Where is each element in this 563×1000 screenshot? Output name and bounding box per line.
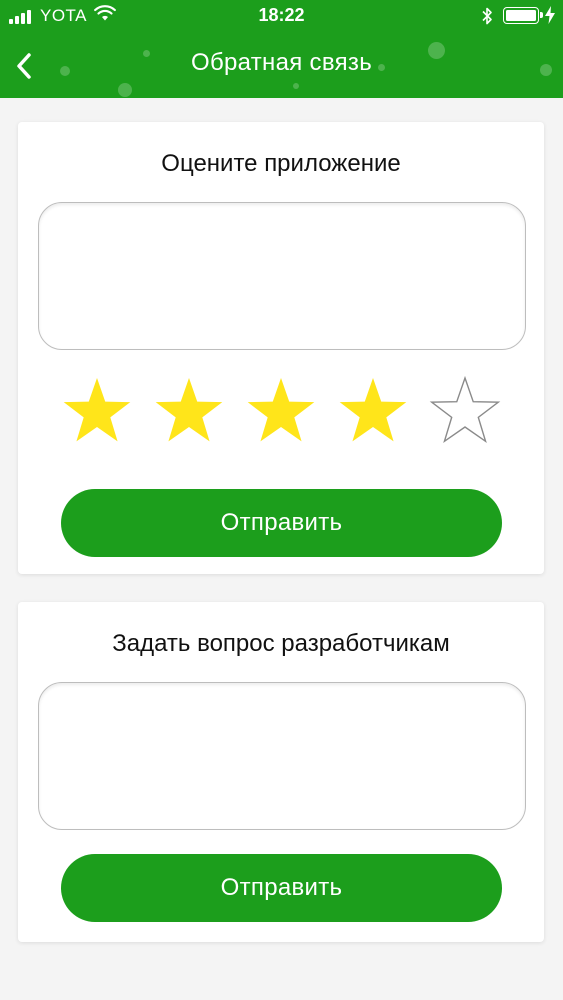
battery-icon [503,7,543,24]
question-title: Задать вопрос разработчикам [112,630,450,657]
decor-dot [293,83,299,89]
star-rating[interactable] [61,375,501,447]
battery-fill [506,10,536,21]
star-filled-icon[interactable] [337,375,409,447]
star-filled-icon[interactable] [61,375,133,447]
question-card: Задать вопрос разработчикам Отправить [18,602,544,942]
star-filled-icon[interactable] [245,375,317,447]
rating-title: Оцените приложение [161,150,401,177]
rating-card: Оцените приложение Отправить [18,122,544,574]
decor-dot [118,83,132,97]
rating-submit-button[interactable]: Отправить [61,489,502,557]
star-empty-icon[interactable] [429,375,501,447]
rating-comment-field[interactable] [38,202,526,350]
charging-bolt-icon [545,6,555,24]
star-filled-icon[interactable] [153,375,225,447]
question-submit-button[interactable]: Отправить [61,854,502,922]
bluetooth-icon [482,7,492,25]
status-bar: YOTA 18:22 [0,0,563,32]
question-field[interactable] [38,682,526,830]
status-time: 18:22 [258,5,305,25]
page-title: Обратная связь [190,49,373,76]
app-header: YOTA 18:22 Обратная связь [0,0,563,98]
